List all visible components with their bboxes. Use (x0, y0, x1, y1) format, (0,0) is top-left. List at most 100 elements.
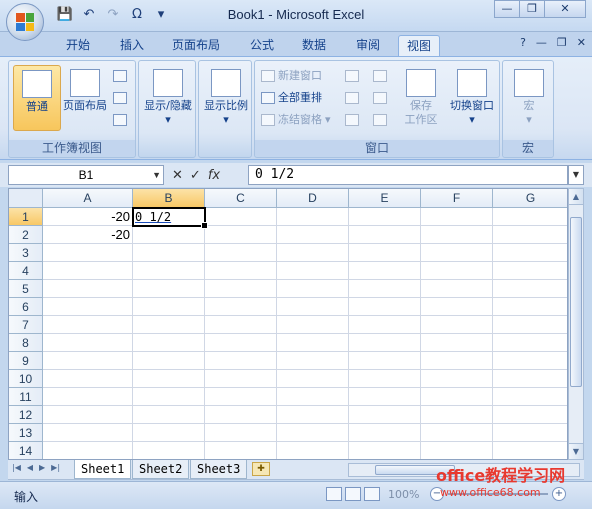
prev-sheet-icon[interactable]: ◀ (27, 463, 33, 472)
row-header-8[interactable]: 8 (9, 334, 43, 352)
ribbon-restore-icon[interactable]: ❐ (557, 36, 567, 49)
cell-b14[interactable] (133, 442, 205, 459)
worksheet-grid[interactable]: A B C D E F G 1 2 3 4 5 6 7 8 9 10 11 12… (8, 188, 568, 460)
close-button[interactable]: ✕ (544, 0, 586, 18)
cell-a10[interactable] (43, 370, 133, 388)
zoom-in-icon[interactable]: + (552, 487, 566, 501)
tab-data[interactable]: 数据 (294, 35, 334, 56)
row-header-3[interactable]: 3 (9, 244, 43, 262)
cell-g12[interactable] (493, 406, 567, 424)
cell-c9[interactable] (205, 352, 277, 370)
zoom-level[interactable]: 100% (388, 488, 419, 501)
cell-b4[interactable] (133, 262, 205, 280)
cell-e2[interactable] (349, 226, 421, 244)
save-workspace-button[interactable]: 保存 工作区 (397, 65, 445, 149)
cancel-entry-icon[interactable]: ✕ (172, 168, 183, 183)
cell-e7[interactable] (349, 316, 421, 334)
cell-c2[interactable] (205, 226, 277, 244)
column-header-b[interactable]: B (133, 189, 205, 208)
cell-a7[interactable] (43, 316, 133, 334)
cell-d7[interactable] (277, 316, 349, 334)
first-sheet-icon[interactable]: |◀ (12, 463, 21, 472)
custom-views-button[interactable] (113, 89, 127, 107)
cell-b3[interactable] (133, 244, 205, 262)
sheet-tab-sheet3[interactable]: Sheet3 (190, 460, 248, 479)
cell-f7[interactable] (421, 316, 493, 334)
tab-insert[interactable]: 插入 (112, 35, 152, 56)
row-header-4[interactable]: 4 (9, 262, 43, 280)
ribbon-minimize-icon[interactable]: — (536, 36, 547, 49)
switch-windows-button[interactable]: 切换窗口 ▾ (445, 65, 499, 149)
scroll-up-icon[interactable]: ▲ (569, 189, 583, 205)
cell-a9[interactable] (43, 352, 133, 370)
cell-g8[interactable] (493, 334, 567, 352)
cell-f14[interactable] (421, 442, 493, 459)
cell-f3[interactable] (421, 244, 493, 262)
chevron-down-icon[interactable]: ▼ (152, 166, 161, 184)
macros-button[interactable]: 宏 ▾ (505, 65, 553, 131)
column-header-a[interactable]: A (43, 189, 133, 208)
row-header-14[interactable]: 14 (9, 442, 43, 459)
cell-g1[interactable] (493, 208, 567, 226)
page-break-preview-icon[interactable] (364, 487, 380, 501)
cell-b6[interactable] (133, 298, 205, 316)
cell-e5[interactable] (349, 280, 421, 298)
show-hide-button[interactable]: 显示/隐藏 ▾ (143, 65, 193, 149)
restore-button[interactable]: ❐ (519, 0, 545, 18)
cell-g4[interactable] (493, 262, 567, 280)
cell-c13[interactable] (205, 424, 277, 442)
cell-b9[interactable] (133, 352, 205, 370)
row-header-6[interactable]: 6 (9, 298, 43, 316)
expand-formula-bar-icon[interactable]: ▼ (568, 165, 584, 185)
reset-position-button[interactable] (373, 111, 387, 129)
cell-c6[interactable] (205, 298, 277, 316)
cell-g2[interactable] (493, 226, 567, 244)
cell-e4[interactable] (349, 262, 421, 280)
cell-c3[interactable] (205, 244, 277, 262)
cell-g13[interactable] (493, 424, 567, 442)
cell-b10[interactable] (133, 370, 205, 388)
cell-e10[interactable] (349, 370, 421, 388)
cell-a14[interactable] (43, 442, 133, 459)
cell-g5[interactable] (493, 280, 567, 298)
row-header-9[interactable]: 9 (9, 352, 43, 370)
cell-d14[interactable] (277, 442, 349, 459)
row-header-13[interactable]: 13 (9, 424, 43, 442)
split-button[interactable] (345, 67, 359, 85)
cell-c11[interactable] (205, 388, 277, 406)
cell-b1[interactable]: 0 1/2 (133, 208, 205, 226)
last-sheet-icon[interactable]: ▶| (51, 463, 60, 472)
enter-entry-icon[interactable]: ✓ (190, 168, 201, 183)
cell-c8[interactable] (205, 334, 277, 352)
tab-formulas[interactable]: 公式 (242, 35, 282, 56)
vertical-scroll-thumb[interactable] (570, 217, 582, 387)
side-by-side-button[interactable] (373, 67, 387, 85)
cell-b2[interactable] (133, 226, 205, 244)
cell-e6[interactable] (349, 298, 421, 316)
select-all-button[interactable] (9, 189, 43, 208)
zoom-button[interactable]: 显示比例 ▾ (201, 65, 251, 149)
tab-page-layout[interactable]: 页面布局 (164, 35, 228, 56)
row-header-11[interactable]: 11 (9, 388, 43, 406)
cell-a4[interactable] (43, 262, 133, 280)
cell-d4[interactable] (277, 262, 349, 280)
cell-d1[interactable] (277, 208, 349, 226)
help-icon[interactable]: ? (520, 36, 526, 49)
cell-g14[interactable] (493, 442, 567, 459)
cell-d8[interactable] (277, 334, 349, 352)
cell-b5[interactable] (133, 280, 205, 298)
cell-c10[interactable] (205, 370, 277, 388)
ribbon-close-icon[interactable]: ✕ (577, 36, 586, 49)
cell-c5[interactable] (205, 280, 277, 298)
row-header-12[interactable]: 12 (9, 406, 43, 424)
row-header-1[interactable]: 1 (9, 208, 43, 226)
insert-function-icon[interactable]: fx (208, 168, 220, 183)
sheet-tab-sheet2[interactable]: Sheet2 (132, 460, 190, 479)
tab-home[interactable]: 开始 (58, 35, 98, 56)
cell-d11[interactable] (277, 388, 349, 406)
row-header-7[interactable]: 7 (9, 316, 43, 334)
cell-a6[interactable] (43, 298, 133, 316)
normal-view-button[interactable]: 普通 (13, 65, 61, 131)
cell-d5[interactable] (277, 280, 349, 298)
cell-g7[interactable] (493, 316, 567, 334)
